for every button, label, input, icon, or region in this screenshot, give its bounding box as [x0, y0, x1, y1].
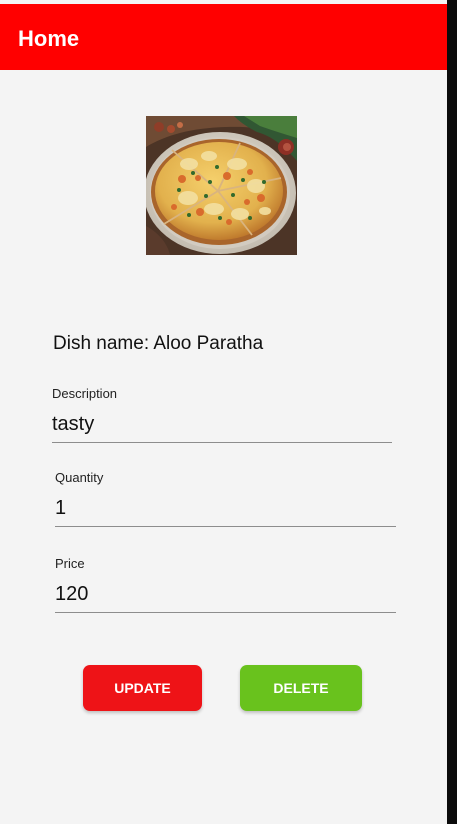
dish-image	[146, 116, 297, 255]
app-title: Home	[18, 26, 80, 51]
quantity-input[interactable]	[55, 497, 396, 527]
price-label: Price	[55, 556, 85, 571]
quantity-label: Quantity	[55, 470, 104, 485]
description-label: Description	[52, 386, 118, 401]
dish-name-label: Dish name: Aloo Paratha	[53, 333, 264, 354]
app-screen: Home Dish name: Aloo Paratha Description…	[0, 0, 447, 824]
delete-button[interactable]: DELETE	[240, 665, 362, 711]
update-button[interactable]: UPDATE	[83, 665, 202, 711]
description-input[interactable]	[52, 413, 392, 443]
app-bar: Home	[0, 4, 447, 70]
price-input[interactable]	[55, 583, 396, 613]
